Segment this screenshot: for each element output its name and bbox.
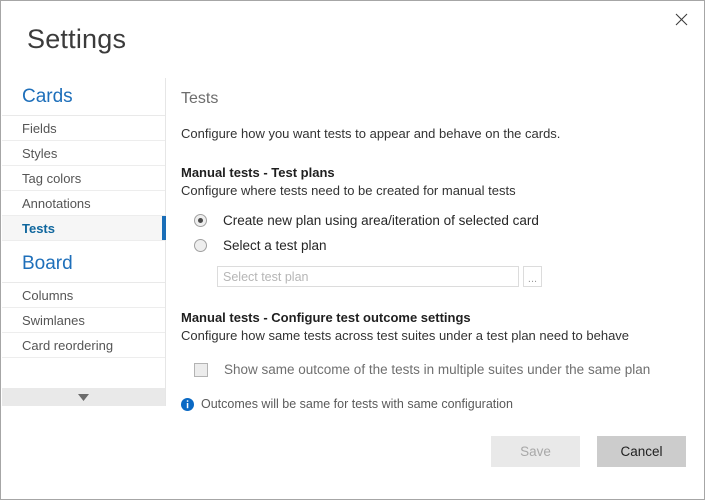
info-text: Outcomes will be same for tests with sam… — [201, 397, 513, 411]
sidebar-scroll-down-button[interactable] — [2, 388, 165, 406]
sidebar-item-card-reordering[interactable]: Card reordering — [2, 333, 165, 358]
radio-button-select-test-plan[interactable] — [194, 239, 207, 252]
sidebar-item-label: Columns — [22, 288, 74, 303]
dialog-title: Settings — [27, 24, 127, 54]
radio-label: Create new plan using area/iteration of … — [223, 213, 539, 228]
checkbox-same-outcome[interactable] — [194, 362, 208, 377]
sidebar-item-tag-colors[interactable]: Tag colors — [2, 166, 165, 191]
section-subheading: Configure where tests need to be created… — [181, 183, 516, 198]
checkbox-row-same-outcome[interactable]: Show same outcome of the tests in multip… — [194, 361, 688, 378]
sidebar-item-label: Swimlanes — [22, 313, 85, 328]
close-icon — [675, 13, 688, 26]
test-plan-input[interactable] — [217, 266, 519, 287]
radio-button-create-new-plan[interactable] — [194, 214, 207, 227]
section-heading: Manual tests - Configure test outcome se… — [181, 310, 471, 325]
sidebar-group-board-title: Board — [2, 241, 165, 283]
cancel-button[interactable]: Cancel — [597, 436, 686, 467]
sidebar-item-label: Card reordering — [22, 338, 114, 353]
sidebar-group-cards-title: Cards — [2, 78, 165, 116]
section-test-plans: Manual tests - Test plans Configure wher… — [181, 164, 688, 287]
radio-label: Select a test plan — [223, 238, 327, 253]
settings-dialog: Settings Cards Fields Styles Tag colors … — [0, 0, 705, 500]
page-description: Configure how you want tests to appear a… — [181, 126, 561, 141]
radio-option-select-test-plan[interactable]: Select a test plan — [194, 237, 688, 254]
test-plan-browse-button[interactable]: ... — [523, 266, 542, 287]
sidebar-item-label: Tag colors — [22, 171, 82, 186]
page-title: Tests — [181, 90, 219, 107]
info-icon — [181, 397, 194, 411]
sidebar-item-fields[interactable]: Fields — [2, 116, 165, 141]
sidebar-item-label: Fields — [22, 121, 57, 136]
section-heading: Manual tests - Test plans — [181, 165, 335, 180]
settings-content: Tests Configure how you want tests to ap… — [181, 89, 688, 412]
settings-sidebar: Cards Fields Styles Tag colors Annotatio… — [2, 78, 166, 406]
sidebar-item-label: Annotations — [22, 196, 91, 211]
sidebar-item-columns[interactable]: Columns — [2, 283, 165, 308]
sidebar-item-annotations[interactable]: Annotations — [2, 191, 165, 216]
section-subheading: Configure how same tests across test sui… — [181, 328, 630, 343]
checkbox-label: Show same outcome of the tests in multip… — [224, 362, 651, 377]
dialog-footer: Save Cancel — [491, 436, 686, 467]
save-button[interactable]: Save — [491, 436, 580, 467]
close-button[interactable] — [667, 6, 695, 32]
sidebar-item-styles[interactable]: Styles — [2, 141, 165, 166]
chevron-down-icon — [78, 393, 89, 401]
sidebar-item-label: Tests — [22, 221, 55, 236]
info-note: Outcomes will be same for tests with sam… — [181, 396, 688, 412]
test-plan-picker: ... — [217, 266, 688, 287]
section-test-outcome: Manual tests - Configure test outcome se… — [181, 309, 688, 412]
radio-option-create-new-plan[interactable]: Create new plan using area/iteration of … — [194, 212, 688, 229]
sidebar-item-tests[interactable]: Tests — [2, 216, 166, 241]
sidebar-item-label: Styles — [22, 146, 58, 161]
sidebar-item-swimlanes[interactable]: Swimlanes — [2, 308, 165, 333]
